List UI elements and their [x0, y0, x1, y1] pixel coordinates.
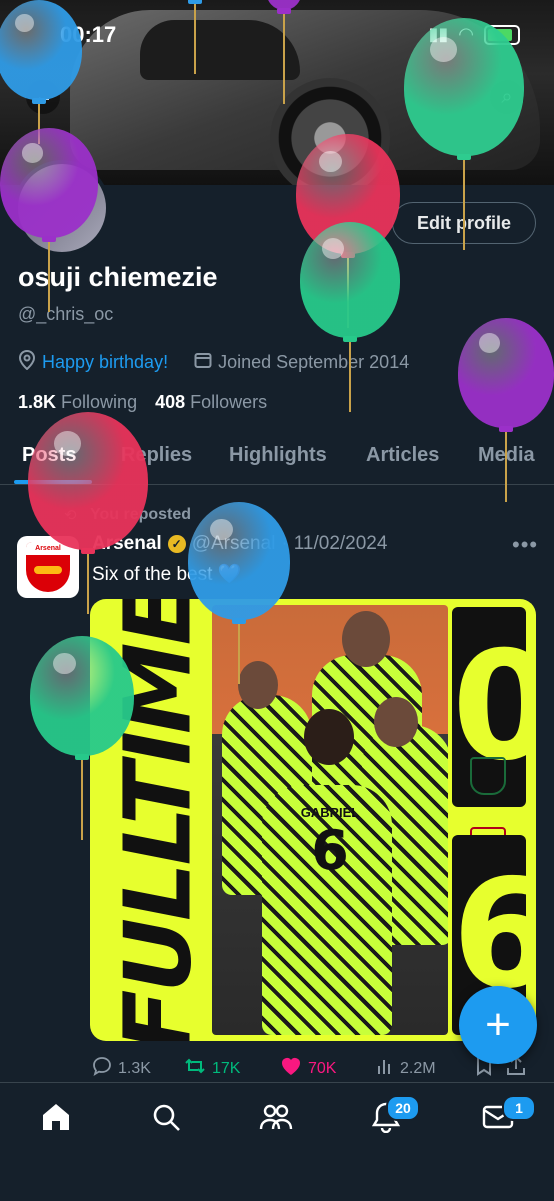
jersey-name: GABRIEL — [300, 805, 360, 820]
nav-notifications[interactable]: 20 — [368, 1095, 420, 1137]
search-icon — [151, 1102, 181, 1137]
tweet-date[interactable]: 11/02/2024 — [294, 533, 388, 555]
tab-highlights[interactable]: Highlights — [229, 430, 327, 467]
reposted-label: You reposted — [90, 506, 192, 523]
home-icon — [40, 1102, 72, 1137]
tab-replies[interactable]: Replies — [121, 430, 192, 467]
views-icon — [376, 1057, 394, 1080]
joined-date: Joined September 2014 — [218, 352, 410, 372]
following-link[interactable]: 1.8K Following — [18, 392, 137, 413]
tweet-media-image[interactable]: FULLTIME GABRIEL 6 0 6 — [90, 599, 536, 1041]
nav-messages[interactable]: 1 — [480, 1095, 536, 1137]
follow-stats: 1.8K Following 408 Followers — [18, 392, 267, 413]
tweet-author-name[interactable]: Arsenal — [92, 533, 162, 555]
reply-count: 1.3K — [118, 1059, 151, 1077]
arsenal-crest-icon: Arsenal — [26, 542, 70, 592]
search-button[interactable]: ⌕ — [490, 80, 524, 114]
tab-media[interactable]: Media — [478, 430, 535, 467]
tweet-actions: 1.3K 17K 70K 2.2M — [92, 1055, 542, 1081]
nav-communities[interactable] — [258, 1101, 294, 1137]
bottom-navigation: 20 1 — [0, 1082, 554, 1201]
status-time: 00:17 — [60, 22, 117, 47]
player-head — [238, 661, 278, 709]
like-button[interactable]: 70K — [280, 1056, 376, 1081]
player-head — [304, 709, 354, 765]
jersey-number: 6 — [311, 819, 349, 882]
followers-count: 408 — [155, 392, 186, 412]
verified-badge-icon: ✓ — [167, 535, 186, 553]
tweet-author-handle[interactable]: @Arsenal — [192, 533, 276, 555]
location-icon — [18, 349, 36, 375]
compose-post-button[interactable]: + — [459, 986, 537, 1064]
tweet-author-avatar[interactable]: Arsenal — [17, 536, 79, 598]
repost-icon — [184, 1056, 206, 1081]
bio-link[interactable]: Happy birthday! — [42, 352, 168, 373]
tweet-more-button[interactable]: ••• — [512, 532, 538, 558]
communities-icon — [259, 1102, 293, 1137]
display-name: osuji chiemezie — [18, 262, 218, 292]
profile-avatar[interactable] — [14, 160, 110, 256]
player-head — [374, 697, 418, 747]
tweet-header: Arsenal ✓ @Arsenal · 11/02/2024 — [92, 533, 387, 555]
crest-cannon — [34, 566, 62, 574]
followers-label: Followers — [190, 392, 268, 412]
user-handle: @_chris_oc — [18, 304, 114, 324]
crest-text: Arsenal — [26, 542, 70, 557]
profile-tabs: Posts Replies Highlights Articles Media — [0, 430, 554, 485]
battery-icon — [484, 24, 520, 45]
tab-articles[interactable]: Articles — [366, 430, 439, 467]
status-icons: ▮▮ ◠ — [428, 24, 520, 45]
calendar-icon — [194, 351, 212, 374]
notifications-badge: 20 — [386, 1095, 420, 1121]
plus-icon: + — [485, 1000, 511, 1049]
reply-button[interactable]: 1.3K — [92, 1056, 184, 1081]
active-tab-indicator — [14, 480, 92, 484]
view-count: 2.2M — [400, 1059, 436, 1077]
repost-icon: ⟲ — [64, 507, 77, 524]
search-icon: ⌕ — [501, 85, 513, 108]
fulltime-banner-text: FULLTIME — [104, 599, 212, 1041]
tab-posts[interactable]: Posts — [22, 430, 76, 467]
wifi-icon: ◠ — [458, 24, 474, 44]
nav-search[interactable] — [148, 1101, 184, 1137]
edit-profile-button[interactable]: Edit profile — [392, 202, 536, 244]
repost-button[interactable]: 17K — [184, 1056, 280, 1081]
player-head — [342, 611, 390, 667]
back-button[interactable]: ← — [26, 80, 60, 114]
following-count: 1.8K — [18, 392, 57, 412]
balloon-icon — [300, 222, 400, 418]
profile-meta: Happy birthday! Joined September 2014 — [18, 349, 410, 375]
banner-car-window — [140, 20, 300, 80]
messages-badge: 1 — [502, 1095, 536, 1121]
reply-icon — [92, 1056, 112, 1081]
repost-count: 17K — [212, 1059, 241, 1077]
players-photo: GABRIEL 6 — [212, 605, 448, 1035]
signal-icon: ▮▮ — [428, 24, 449, 44]
following-label: Following — [61, 392, 138, 412]
tweet-text: Six of the best 💙 — [92, 564, 242, 585]
followers-link[interactable]: 408 Followers — [155, 392, 267, 413]
heart-icon — [280, 1056, 302, 1081]
like-count: 70K — [308, 1059, 337, 1077]
dot-separator: · — [281, 533, 288, 554]
arrow-left-icon: ← — [33, 85, 53, 108]
views-button[interactable]: 2.2M — [376, 1057, 476, 1080]
nav-home[interactable] — [38, 1101, 74, 1137]
west-ham-badge-icon — [470, 757, 506, 795]
